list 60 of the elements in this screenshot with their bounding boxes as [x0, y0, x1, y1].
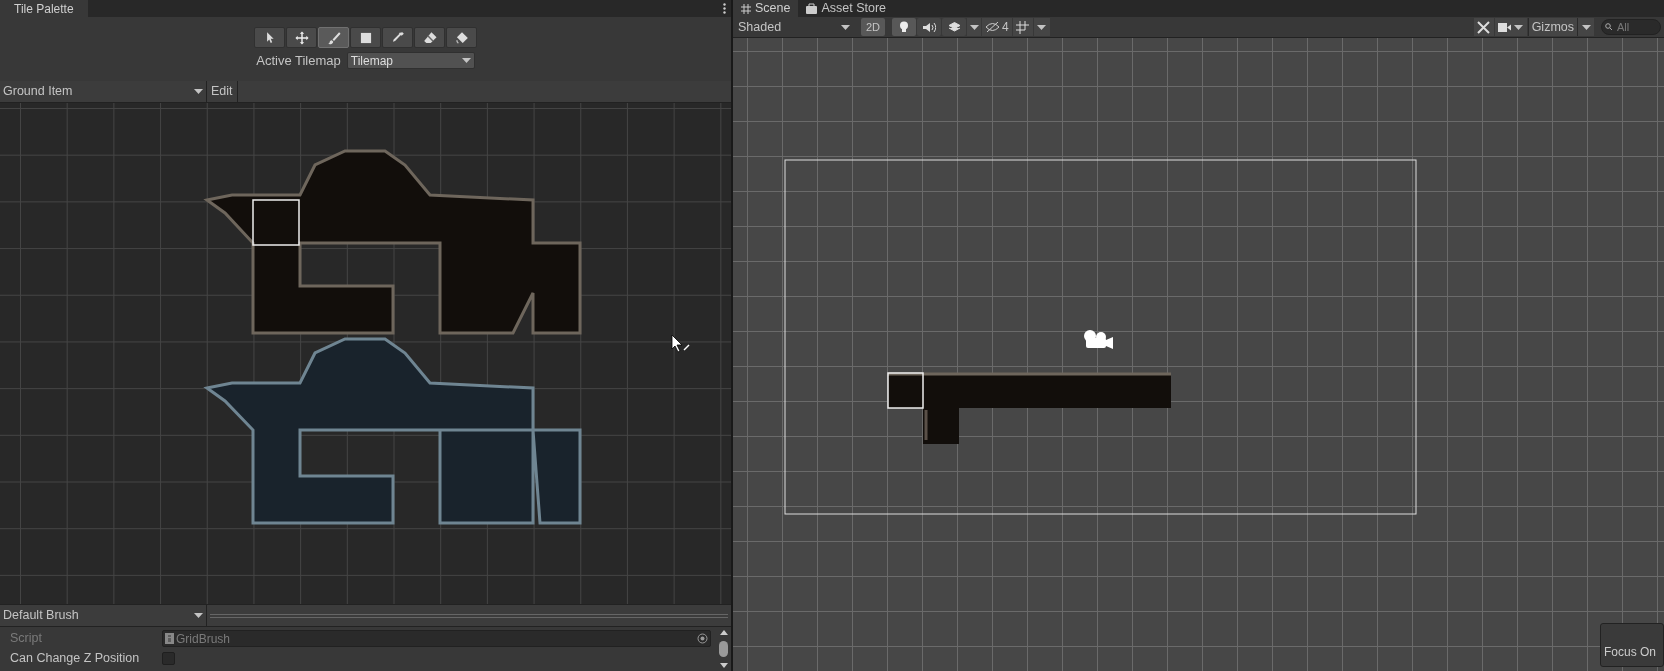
box-tool-button[interactable]: [350, 27, 381, 48]
caret-icon: [194, 613, 203, 618]
audio-toggle[interactable]: [917, 18, 941, 36]
grid-icon: [741, 3, 751, 14]
caret-icon: [1582, 24, 1591, 30]
active-tilemap-label: Active Tilemap: [256, 52, 341, 70]
scene-tab[interactable]: Scene: [733, 0, 799, 17]
selection-outline: [887, 372, 924, 409]
select-tool-button[interactable]: [254, 27, 285, 48]
hidden-eye-icon: [985, 22, 1000, 32]
speaker-icon: [922, 21, 936, 33]
splitter-handle[interactable]: [210, 613, 728, 618]
effects-dropdown[interactable]: [967, 18, 981, 36]
video-camera-icon: [1498, 22, 1512, 32]
light-toggle[interactable]: [892, 18, 916, 36]
tile-palette-grid[interactable]: [0, 102, 731, 604]
edit-button[interactable]: Edit: [207, 80, 238, 102]
caret-icon: [1514, 24, 1524, 30]
fill-tool-button[interactable]: [446, 27, 477, 48]
scroll-up-icon[interactable]: [719, 630, 728, 635]
light-bulb-icon: [899, 21, 909, 33]
grid-dropdown[interactable]: [1033, 18, 1050, 36]
search-field[interactable]: All: [1601, 19, 1661, 35]
search-icon: [1605, 23, 1615, 31]
tile-palette-tab[interactable]: Tile Palette: [0, 0, 88, 17]
selection-outline: [252, 198, 300, 246]
palette-dropdown[interactable]: Ground Item: [0, 80, 207, 102]
erase-tool-button[interactable]: [414, 27, 445, 48]
camera-gizmo-icon: [1084, 330, 1113, 349]
gizmos-dropdown[interactable]: Gizmos: [1527, 18, 1594, 36]
scrollbar[interactable]: [718, 630, 729, 668]
picker-tool-button[interactable]: [382, 27, 413, 48]
property-label: Script: [10, 630, 43, 648]
move-icon: [293, 29, 310, 46]
caret-icon: [1037, 24, 1047, 30]
camera-dropdown[interactable]: [1494, 18, 1527, 36]
focus-on-label: Focus On: [1604, 644, 1657, 661]
property-label: Can Change Z Position: [10, 650, 141, 668]
object-picker-icon[interactable]: [697, 633, 708, 644]
scene-view[interactable]: Focus On: [733, 38, 1664, 671]
checkbox[interactable]: [162, 652, 175, 665]
mode-2d-toggle[interactable]: 2D: [861, 18, 885, 36]
draw-mode-dropdown[interactable]: Shaded: [736, 18, 852, 36]
tools-icon[interactable]: [1473, 18, 1494, 36]
asset-store-tab[interactable]: Asset Store: [798, 0, 895, 17]
move-tool-button[interactable]: [286, 27, 317, 48]
effects-toggle[interactable]: [942, 18, 966, 36]
bag-icon: [806, 3, 818, 14]
caret-icon: [841, 24, 850, 30]
caret-icon: [461, 58, 471, 64]
hidden-objects-toggle[interactable]: 4: [982, 18, 1012, 36]
script-file-icon: [165, 633, 174, 644]
grid-snap-icon[interactable]: [1012, 18, 1033, 36]
layers-icon: [947, 21, 961, 33]
caret-icon: [969, 24, 979, 30]
paint-tool-button[interactable]: [318, 27, 349, 48]
active-tilemap-dropdown[interactable]: Tilemap: [346, 52, 475, 70]
scroll-down-icon[interactable]: [719, 663, 728, 668]
caret-icon: [194, 88, 203, 94]
cursor-icon: [671, 334, 690, 352]
